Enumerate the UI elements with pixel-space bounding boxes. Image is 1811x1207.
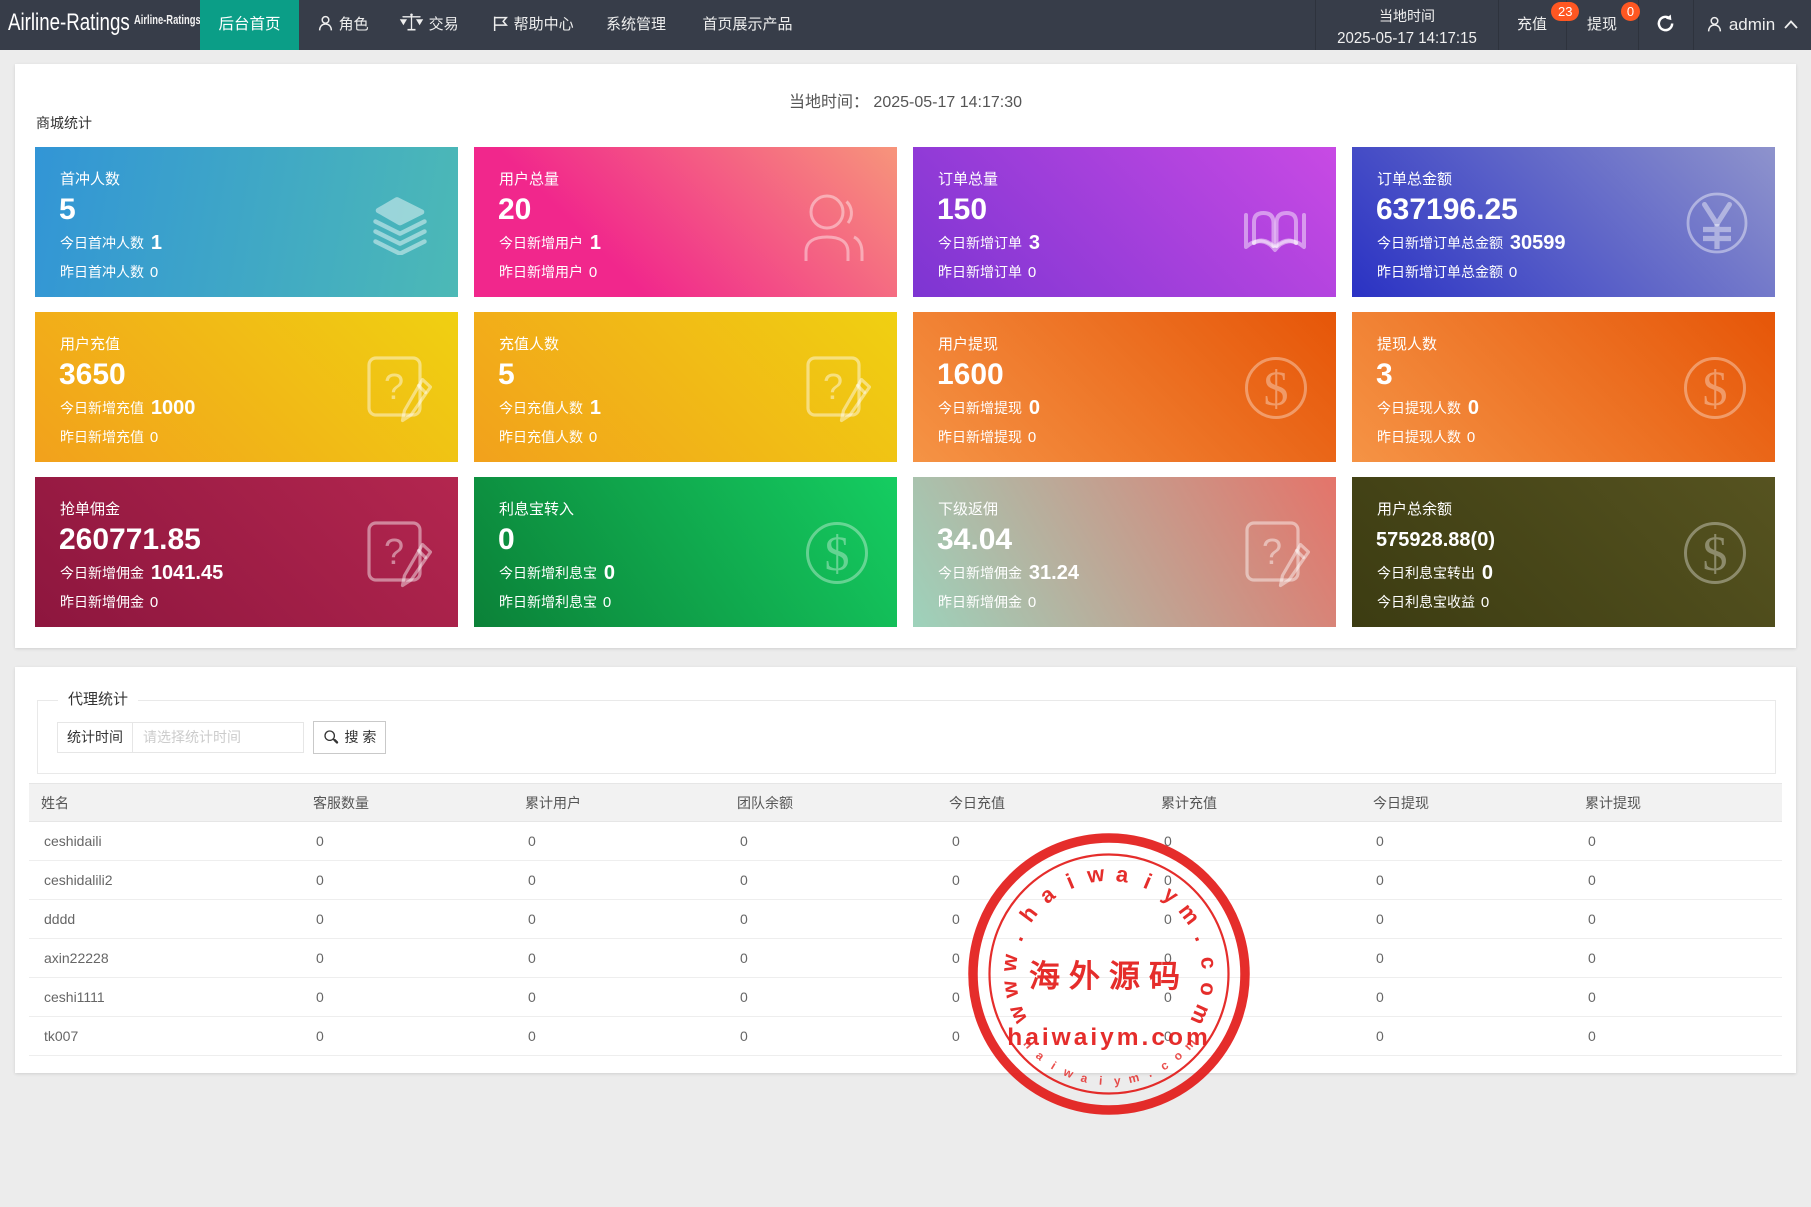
svg-text:w: w (996, 952, 1023, 974)
svg-text:$: $ (1264, 360, 1289, 416)
svg-text:a: a (1079, 1071, 1089, 1086)
svg-text:$: $ (825, 525, 850, 581)
svg-text:.: . (1003, 930, 1028, 945)
svg-text:m: m (1174, 898, 1206, 929)
svg-text:?: ? (384, 531, 404, 572)
svg-text:?: ? (384, 366, 404, 407)
svg-text:.: . (1145, 1066, 1153, 1080)
svg-text:m: m (1127, 1070, 1141, 1086)
svg-text:y: y (1158, 881, 1184, 909)
svg-text:?: ? (823, 366, 843, 407)
svg-text:w: w (996, 978, 1024, 1001)
svg-text:i: i (1098, 1074, 1102, 1088)
svg-text:$: $ (1703, 360, 1728, 416)
svg-text:?: ? (1262, 531, 1282, 572)
svg-text:i: i (1062, 869, 1077, 894)
svg-text:haiwaiym.com: haiwaiym.com (1007, 1024, 1210, 1051)
svg-text:i: i (1049, 1059, 1059, 1073)
svg-text:$: $ (1703, 525, 1728, 581)
svg-text:w: w (1061, 1064, 1076, 1081)
svg-text:o: o (1195, 981, 1222, 998)
svg-text:h: h (1014, 901, 1042, 927)
svg-text:a: a (1115, 861, 1131, 887)
svg-text:y: y (1113, 1073, 1121, 1088)
svg-text:海外源码: 海外源码 (1029, 959, 1189, 994)
svg-text:.: . (1190, 930, 1215, 945)
svg-text:c: c (1158, 1058, 1171, 1074)
svg-text:a: a (1035, 881, 1061, 909)
svg-text:w: w (1085, 861, 1107, 888)
svg-text:c: c (1196, 955, 1222, 970)
svg-text:i: i (1140, 869, 1155, 894)
